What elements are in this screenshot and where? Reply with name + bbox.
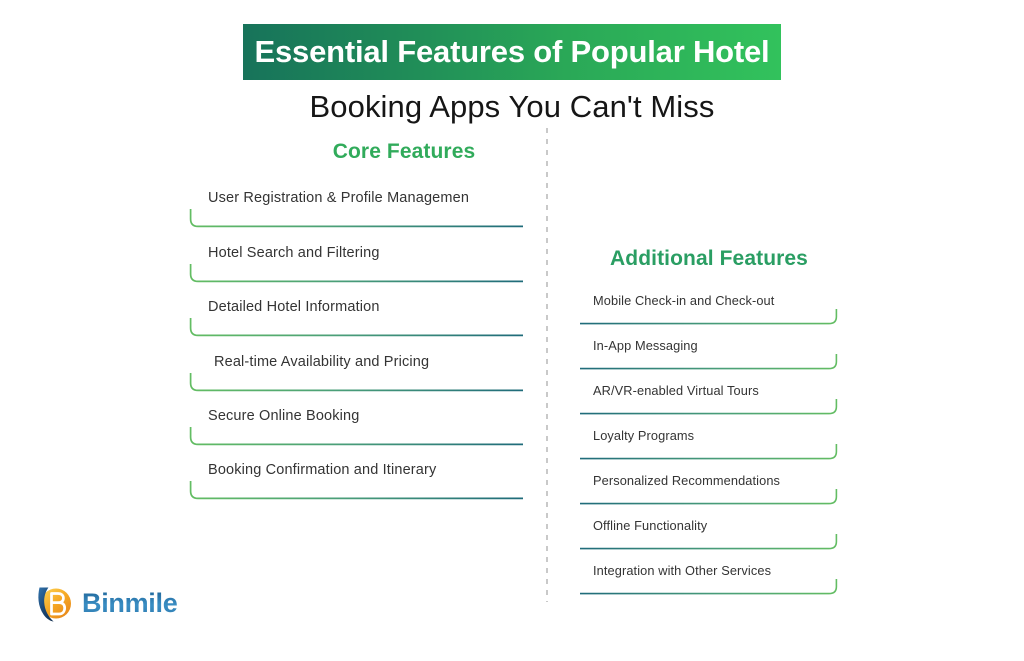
binmile-logo[interactable]: Binmile <box>32 582 212 628</box>
additional-item-label: Mobile Check-in and Check-out <box>593 293 775 308</box>
bracket-right-icon <box>580 398 838 415</box>
core-item-label: Detailed Hotel Information <box>208 299 380 315</box>
title-banner-line1: Essential Features of Popular Hotel <box>242 24 782 80</box>
list-item[interactable]: Personalized Recommendations <box>580 473 838 505</box>
list-item[interactable]: Real-time Availability and Pricing <box>189 354 523 392</box>
list-item[interactable]: In-App Messaging <box>580 338 838 370</box>
binmile-wordmark: Binmile <box>82 588 178 618</box>
title-line2: Booking Apps You Can't Miss <box>309 89 715 124</box>
list-item[interactable]: AR/VR-enabled Virtual Tours <box>580 383 838 415</box>
list-item[interactable]: Secure Online Booking <box>189 408 523 446</box>
list-item[interactable]: User Registration & Profile Managemen <box>189 190 523 228</box>
additional-item-label: Integration with Other Services <box>593 563 772 578</box>
binmile-logo-mark-icon <box>32 582 76 626</box>
additional-item-label: Offline Functionality <box>593 518 708 533</box>
list-item[interactable]: Offline Functionality <box>580 518 838 550</box>
core-item-label: Hotel Search and Filtering <box>208 245 380 261</box>
core-item-label: Real-time Availability and Pricing <box>214 354 430 370</box>
additional-features-heading: Additional Features <box>610 247 808 270</box>
bracket-left-icon <box>189 372 523 392</box>
bracket-right-icon <box>580 578 838 595</box>
core-features-heading: Core Features <box>332 140 476 163</box>
core-item-label: Secure Online Booking <box>208 408 360 424</box>
bracket-right-icon <box>580 443 838 460</box>
bracket-left-icon <box>189 317 523 337</box>
list-item[interactable]: Mobile Check-in and Check-out <box>580 293 838 325</box>
title-banner-wrap: Essential Features of Popular Hotel <box>0 24 1024 80</box>
additional-item-label: In-App Messaging <box>593 338 698 353</box>
bracket-right-icon <box>580 308 838 325</box>
page-title: Essential Features of Popular Hotel Book… <box>0 24 1024 126</box>
bracket-left-icon <box>189 263 523 283</box>
additional-item-label: Personalized Recommendations <box>593 473 781 488</box>
additional-item-label: Loyalty Programs <box>593 428 695 443</box>
list-item[interactable]: Detailed Hotel Information <box>189 299 523 337</box>
core-item-label: Booking Confirmation and Itinerary <box>208 462 437 478</box>
core-item-label: User Registration & Profile Managemen <box>208 190 470 206</box>
list-item[interactable]: Hotel Search and Filtering <box>189 245 523 283</box>
bracket-right-icon <box>580 353 838 370</box>
bracket-left-icon <box>189 426 523 446</box>
infographic-canvas: Essential Features of Popular Hotel Book… <box>0 0 1024 661</box>
list-item[interactable]: Integration with Other Services <box>580 563 838 595</box>
list-item[interactable]: Loyalty Programs <box>580 428 838 460</box>
bracket-left-icon <box>189 208 523 228</box>
bracket-right-icon <box>580 533 838 550</box>
column-divider <box>546 128 548 602</box>
bracket-right-icon <box>580 488 838 505</box>
additional-item-label: AR/VR-enabled Virtual Tours <box>593 383 759 398</box>
bracket-left-icon <box>189 480 523 500</box>
list-item[interactable]: Booking Confirmation and Itinerary <box>189 462 523 500</box>
